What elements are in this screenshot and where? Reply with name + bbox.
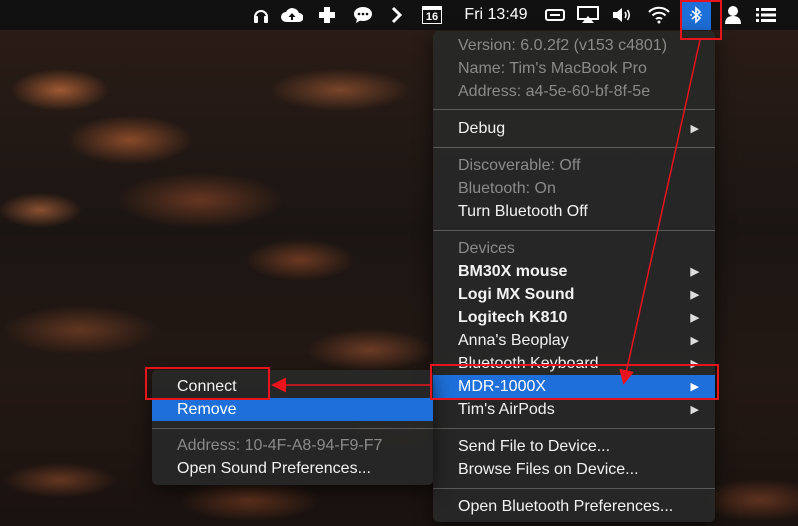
- open-sound-preferences-item[interactable]: Open Sound Preferences...: [152, 457, 433, 480]
- menu-separator: [433, 147, 715, 148]
- chat-bubble-icon[interactable]: [350, 0, 376, 30]
- device-label: BM30X mouse: [458, 262, 568, 280]
- list-icon[interactable]: [752, 0, 780, 30]
- plus-icon[interactable]: [314, 0, 340, 30]
- headphones-icon[interactable]: [248, 0, 274, 30]
- device-label: Logi MX Sound: [458, 285, 575, 303]
- menu-separator: [152, 428, 433, 429]
- calendar-icon[interactable]: 16: [420, 0, 444, 30]
- menu-item-label: Debug: [458, 119, 506, 137]
- chevron-right-icon[interactable]: [386, 0, 408, 30]
- menu-bar: 16 Fri 13:49: [0, 0, 798, 30]
- annotation-box-connect: [145, 367, 270, 400]
- device-item-logitech-k810[interactable]: Logitech K810 ▶: [433, 306, 715, 329]
- menu-bar-clock[interactable]: Fri 13:49: [456, 0, 536, 30]
- device-label: Tim's AirPods: [458, 400, 555, 418]
- remove-item[interactable]: Remove: [152, 398, 433, 421]
- submenu-arrow-icon: ▶: [690, 404, 699, 416]
- submenu-arrow-icon: ▶: [690, 266, 699, 278]
- submenu-arrow-icon: ▶: [690, 123, 699, 135]
- browse-files-item[interactable]: Browse Files on Device...: [433, 458, 715, 481]
- bt-discoverable-status: Discoverable: Off: [458, 156, 581, 174]
- menu-separator: [433, 109, 715, 110]
- turn-bluetooth-off-item[interactable]: Turn Bluetooth Off: [433, 200, 715, 223]
- open-bluetooth-preferences-item[interactable]: Open Bluetooth Preferences...: [433, 495, 715, 518]
- device-item-logi-mx-sound[interactable]: Logi MX Sound ▶: [433, 283, 715, 306]
- bt-name: Name: Tim's MacBook Pro: [458, 59, 647, 77]
- user-icon[interactable]: [721, 0, 745, 30]
- submenu-arrow-icon: ▶: [690, 289, 699, 301]
- submenu-arrow-icon: ▶: [690, 312, 699, 324]
- airplay-icon[interactable]: [575, 0, 601, 30]
- menu-item-debug[interactable]: Debug ▶: [433, 117, 715, 140]
- cloud-upload-icon[interactable]: [278, 0, 306, 30]
- device-item-tims-airpods[interactable]: Tim's AirPods ▶: [433, 398, 715, 421]
- calendar-day: 16: [422, 6, 442, 24]
- annotation-box-mdr: [430, 364, 719, 400]
- menu-separator: [433, 230, 715, 231]
- devices-header: Devices: [458, 239, 515, 257]
- annotation-box-bluetooth: [680, 0, 722, 40]
- device-address: Address: 10-4F-A8-94-F9-F7: [177, 436, 383, 454]
- device-label: Logitech K810: [458, 308, 568, 326]
- device-item-annas-beoplay[interactable]: Anna's Beoplay ▶: [433, 329, 715, 352]
- bluetooth-menu: Version: 6.0.2f2 (v153 c4801) Name: Tim'…: [433, 31, 715, 522]
- bt-version: Version: 6.0.2f2 (v153 c4801): [458, 36, 668, 54]
- submenu-arrow-icon: ▶: [690, 335, 699, 347]
- bt-power-status: Bluetooth: On: [458, 179, 556, 197]
- wifi-icon[interactable]: [645, 0, 673, 30]
- menu-separator: [433, 488, 715, 489]
- display-icon[interactable]: [543, 0, 567, 30]
- device-item-bm30x[interactable]: BM30X mouse ▶: [433, 260, 715, 283]
- menu-separator: [433, 428, 715, 429]
- volume-icon[interactable]: [609, 0, 635, 30]
- device-label: Anna's Beoplay: [458, 331, 569, 349]
- bt-address: Address: a4-5e-60-bf-8f-5e: [458, 82, 651, 100]
- send-file-item[interactable]: Send File to Device...: [433, 435, 715, 458]
